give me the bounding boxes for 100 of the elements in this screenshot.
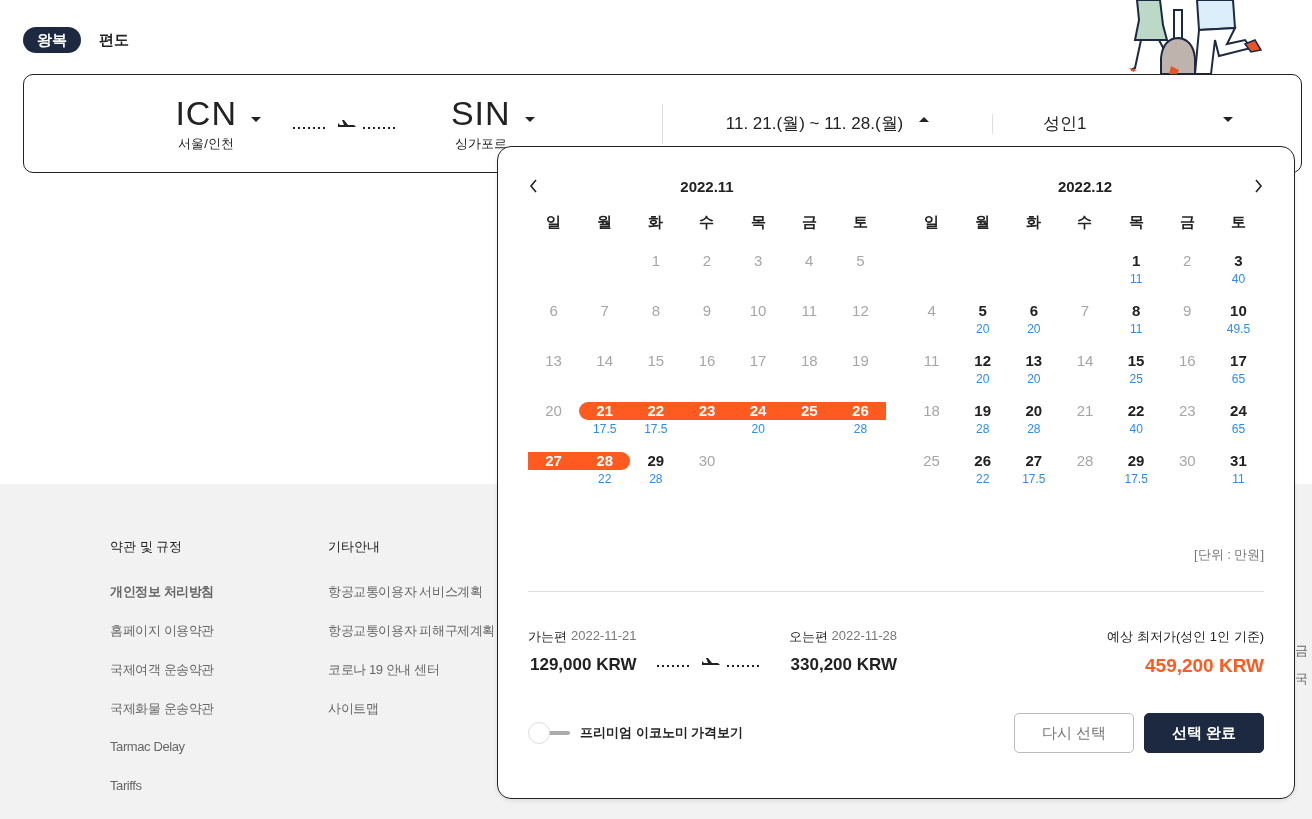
calendar-day: 20 xyxy=(528,402,580,420)
leg-label: 오는편 xyxy=(788,628,828,646)
fare-price: 20 xyxy=(1027,322,1041,337)
fare-price: 28 xyxy=(853,422,868,437)
leg-price: 330,200 KRW xyxy=(789,655,898,675)
footer-link[interactable]: 항공교통이용자 서비스계획 xyxy=(328,583,483,599)
fare-price: 49.5 xyxy=(1226,322,1251,337)
fare-price: 40 xyxy=(1231,272,1246,287)
calendar-day: 3 xyxy=(732,252,784,270)
calendar-day: 10 xyxy=(732,302,784,320)
weekday-label: 일 xyxy=(545,212,563,232)
footer-heading: 약관 및 규정 xyxy=(110,538,183,554)
footer-link[interactable]: Tarmac Delay xyxy=(110,739,185,755)
calendar-day: 2 xyxy=(681,252,733,270)
calendar-day[interactable]: 24 xyxy=(1212,402,1264,420)
calendar-day: 14 xyxy=(579,352,631,370)
fare-price: 65 xyxy=(1231,372,1246,387)
passenger-selector[interactable]: 성인1 xyxy=(1043,112,1087,135)
calendar-day[interactable]: 20 xyxy=(1008,402,1060,420)
weekday-label: 목 xyxy=(1127,212,1145,232)
date-range-selector[interactable]: 11. 21.(월) ~ 11. 28.(월) xyxy=(725,112,904,135)
footer-link[interactable]: 국제여객 운송약관 xyxy=(110,661,214,677)
calendar-day: 6 xyxy=(528,302,580,320)
calendar-day[interactable]: 3 xyxy=(1212,252,1264,270)
trip-tab[interactable]: 편도 xyxy=(85,27,143,53)
calendar-day[interactable]: 29 xyxy=(630,452,682,470)
calendar-day[interactable]: 29 xyxy=(1110,452,1162,470)
calendar-day: 5 xyxy=(834,252,886,270)
fare-price: 20 xyxy=(751,422,765,437)
footer-link[interactable]: 홈페이지 이용약관 xyxy=(110,622,214,638)
calendar-day: 4 xyxy=(783,252,835,270)
calendar-day[interactable]: 17 xyxy=(1212,352,1264,370)
footer-link[interactable]: 국 xyxy=(1295,670,1312,688)
weekday-label: 금 xyxy=(1178,212,1196,232)
calendar-day[interactable]: 22 xyxy=(1110,402,1162,420)
weekday-label: 월 xyxy=(596,212,614,232)
fare-price: 28 xyxy=(976,422,990,437)
flight-route-icon xyxy=(656,656,759,668)
weekday-label: 일 xyxy=(923,212,941,232)
calendar-day: 28 xyxy=(1059,452,1111,470)
weekday-label: 월 xyxy=(974,212,992,232)
leg-date: 2022-11-28 xyxy=(831,628,898,645)
fare-price: 25 xyxy=(1129,372,1143,387)
calendar-day[interactable]: 26 xyxy=(957,452,1009,470)
fare-price: 20 xyxy=(976,372,990,387)
footer-link[interactable]: 항공교통이용자 피해구제계획 xyxy=(328,622,495,638)
calendar-day[interactable]: 31 xyxy=(1212,452,1264,470)
calendar-day[interactable]: 13 xyxy=(1008,352,1060,370)
leg-price: 129,000 KRW xyxy=(529,655,637,675)
calendar-day[interactable]: 15 xyxy=(1110,352,1162,370)
calendar-day: 7 xyxy=(579,302,631,320)
toggle-switch[interactable] xyxy=(528,722,570,744)
calendar-day[interactable]: 5 xyxy=(957,302,1009,320)
airport-code[interactable]: SIN xyxy=(450,94,511,131)
trip-tab[interactable]: 왕복 xyxy=(23,27,81,53)
weekday-label: 토 xyxy=(1229,212,1247,232)
calendar-day: 25 xyxy=(906,452,958,470)
city-name: 서울/인천 xyxy=(178,134,234,153)
caret-icon xyxy=(524,115,535,123)
calendar-day: 18 xyxy=(783,352,835,370)
next-month-icon[interactable] xyxy=(1254,179,1263,193)
calendar-day[interactable]: 6 xyxy=(1008,302,1060,320)
previous-month-icon[interactable] xyxy=(529,179,538,193)
calendar-day: 4 xyxy=(906,302,958,320)
confirm-button[interactable]: 선택 완료 xyxy=(1144,713,1264,753)
weekday-label: 화 xyxy=(647,212,665,232)
fare-price: 20 xyxy=(976,322,990,337)
weekday-label: 금 xyxy=(800,212,818,232)
airport-code[interactable]: ICN xyxy=(175,94,237,131)
fare-price: 22 xyxy=(976,472,990,487)
calendar-day: 16 xyxy=(1161,352,1213,370)
fare-price: 11 xyxy=(1129,272,1143,287)
calendar-day: 14 xyxy=(1059,352,1111,370)
calendar-day: 9 xyxy=(681,302,733,320)
month-title: 2022.12 xyxy=(1057,177,1113,195)
fare-price: 28 xyxy=(1027,422,1041,437)
footer-link[interactable]: 금 xyxy=(1295,642,1312,660)
footer-link[interactable]: 개인정보 처리방침 xyxy=(110,583,214,599)
fare-price: 65 xyxy=(1231,422,1246,437)
calendar-day[interactable]: 8 xyxy=(1110,302,1162,320)
calendar-day[interactable]: 19 xyxy=(957,402,1009,420)
footer-link[interactable]: 코로나 19 안내 센터 xyxy=(328,661,440,677)
city-name: 싱가포르 xyxy=(454,134,507,153)
fare-price: 11 xyxy=(1129,322,1143,337)
calendar-day[interactable]: 12 xyxy=(957,352,1009,370)
fare-price: 17.5 xyxy=(593,422,617,437)
calendar-day[interactable]: 1 xyxy=(1110,252,1162,270)
total-price: 459,200 KRW xyxy=(1145,655,1264,677)
calendar-day: 30 xyxy=(1161,452,1213,470)
calendar-day: 12 xyxy=(834,302,886,320)
flight-route-icon xyxy=(292,117,395,130)
fare-price: 17.5 xyxy=(1022,472,1046,487)
calendar-day: 30 xyxy=(681,452,733,470)
footer-link[interactable]: 사이트맵 xyxy=(328,700,379,716)
reset-button[interactable]: 다시 선택 xyxy=(1014,713,1134,753)
fare-price: 17.5 xyxy=(644,422,668,437)
calendar-day[interactable]: 10 xyxy=(1212,302,1264,320)
footer-link[interactable]: Tariffs xyxy=(110,778,142,794)
calendar-day[interactable]: 27 xyxy=(1008,452,1060,470)
footer-link[interactable]: 국제화물 운송약관 xyxy=(110,700,214,716)
